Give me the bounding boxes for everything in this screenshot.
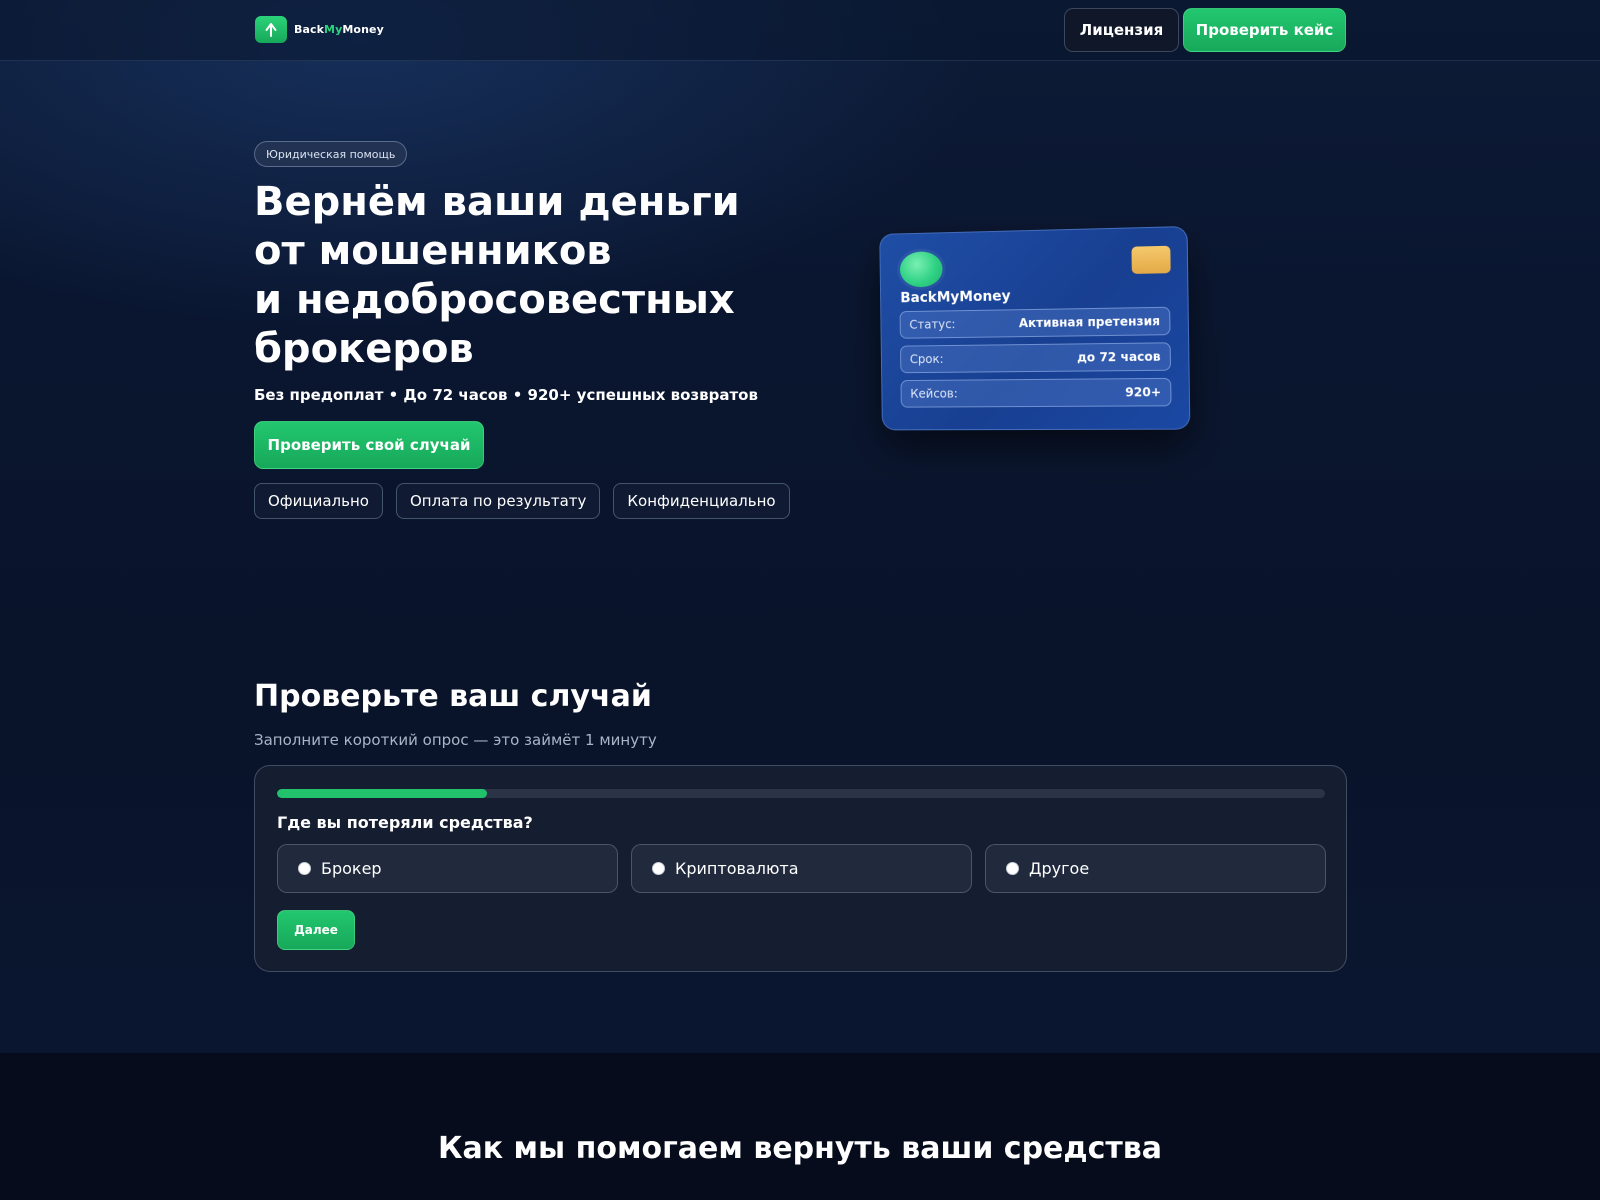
logo-text: BackMyMoney — [294, 23, 384, 36]
card-row-label: Кейсов: — [910, 386, 958, 401]
survey-progress-bar — [277, 789, 1325, 798]
card-brand: BackMyMoney — [900, 288, 1011, 307]
card-row-term: Срок: до 72 часов — [900, 342, 1172, 374]
radio-icon[interactable] — [298, 862, 311, 875]
how-we-help-title: Как мы помогаем вернуть ваши средства — [437, 1131, 1163, 1166]
hero-title: Вернём ваши деньги от мошенников и недоб… — [254, 178, 774, 374]
option-other[interactable]: Другое — [985, 844, 1326, 893]
hero-title-line: и недобросовестных — [254, 277, 735, 323]
hero-title-line: от мошенников — [254, 228, 612, 274]
option-crypto[interactable]: Криптовалюта — [631, 844, 972, 893]
status-card: BackMyMoney Статус: Активная претензия С… — [879, 225, 1191, 431]
how-we-help-section: Как мы помогаем вернуть ваши средства — [0, 1053, 1600, 1200]
option-broker[interactable]: Брокер — [277, 844, 618, 893]
radio-icon[interactable] — [652, 862, 665, 875]
logo-text-accent: My — [324, 23, 343, 36]
chip-official: Официально — [254, 483, 383, 519]
option-label: Криптовалюта — [675, 859, 799, 878]
check-case-button[interactable]: Проверить кейс — [1183, 8, 1346, 52]
survey-options: Брокер Криптовалюта Другое — [277, 844, 1326, 893]
check-your-case-button[interactable]: Проверить свой случай — [254, 421, 484, 469]
card-row-status: Статус: Активная претензия — [899, 306, 1171, 339]
card-row-cases: Кейсов: 920+ — [900, 377, 1172, 408]
logo[interactable]: BackMyMoney — [255, 16, 384, 43]
card-row-value: Активная претензия — [1018, 313, 1161, 331]
status-card-body: BackMyMoney Статус: Активная претензия С… — [879, 225, 1191, 431]
radio-icon[interactable] — [1006, 862, 1019, 875]
option-label: Другое — [1029, 859, 1090, 878]
hero-title-line: брокеров — [254, 326, 474, 372]
logo-arrow-icon — [255, 16, 287, 43]
survey-question: Где вы потеряли средства? — [277, 813, 533, 832]
legal-help-badge: Юридическая помощь — [254, 141, 408, 167]
survey-section-title: Проверьте ваш случай — [254, 679, 652, 714]
card-chip-icon — [1131, 245, 1171, 274]
survey-section-subtitle: Заполните короткий опрос — это займёт 1 … — [254, 731, 657, 749]
survey-form: Где вы потеряли средства? Брокер Криптов… — [254, 765, 1347, 972]
survey-progress-fill — [277, 789, 487, 798]
top-navbar: BackMyMoney Лицензия Проверить кейс — [0, 0, 1600, 61]
card-row-value: до 72 часов — [1076, 349, 1161, 365]
chip-pay-on-result: Оплата по результату — [395, 483, 601, 519]
logo-text-prefix: Back — [294, 23, 325, 36]
hero-title-line: Вернём ваши деньги — [254, 179, 740, 225]
green-orb-icon — [899, 251, 943, 288]
option-label: Брокер — [321, 859, 382, 878]
logo-text-suffix: Money — [342, 23, 384, 36]
card-row-label: Статус: — [909, 317, 956, 332]
chip-confidential: Конфиденциально — [613, 483, 790, 519]
card-row-value: 920+ — [1125, 385, 1162, 400]
license-button[interactable]: Лицензия — [1064, 8, 1179, 52]
hero-subtitle: Без предоплат • До 72 часов • 920+ успеш… — [254, 386, 758, 404]
feature-chips: Официально Оплата по результату Конфиден… — [254, 483, 790, 519]
card-row-label: Срок: — [909, 352, 944, 367]
next-button[interactable]: Далее — [277, 910, 355, 950]
page: BackMyMoney Лицензия Проверить кейс Юрид… — [0, 0, 1600, 1200]
